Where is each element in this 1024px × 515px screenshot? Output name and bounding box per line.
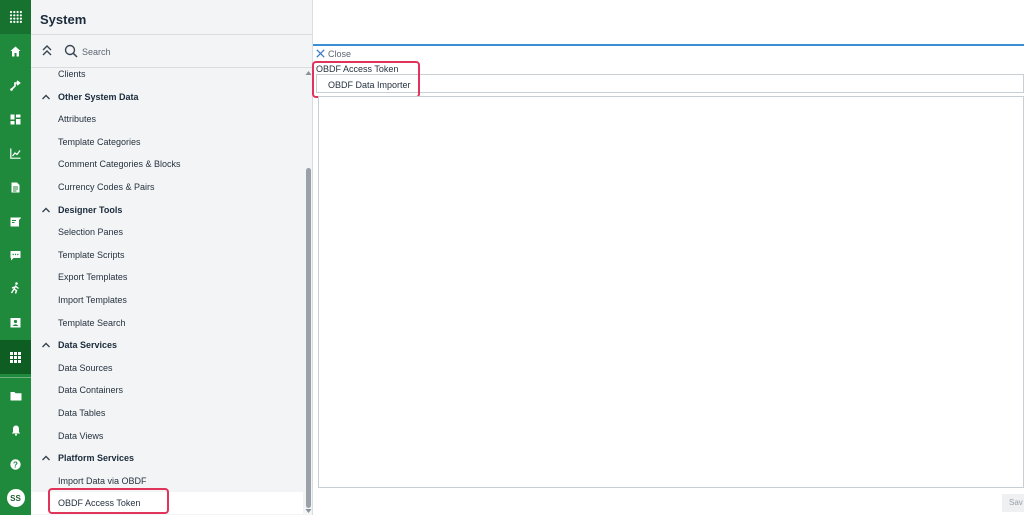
chevron-up-icon [42, 342, 50, 348]
rail-home-button[interactable] [0, 35, 31, 67]
nav-item-data-views[interactable]: Data Views [31, 425, 303, 447]
rail-folder-button[interactable] [0, 380, 31, 412]
chevron-up-icon [42, 207, 50, 213]
rail-contacts-button[interactable] [0, 306, 31, 338]
search-input[interactable] [82, 44, 262, 59]
nav-label: Template Scripts [58, 250, 125, 260]
nav-label: Data Containers [58, 385, 124, 395]
scrollbar-thumb[interactable] [306, 168, 311, 508]
tab-bar: OBDF Data Importer [316, 74, 1024, 93]
bell-icon [11, 425, 20, 436]
nav-label: Designer Tools [58, 205, 123, 215]
content-frame [318, 96, 1024, 488]
nav-label: Import Data via OBDF [58, 476, 147, 486]
rail-activity-button[interactable] [0, 272, 31, 304]
page-title: System [40, 12, 87, 27]
rail-divider [0, 377, 31, 378]
svg-text:?: ? [13, 460, 18, 469]
nav-label: Other System Data [58, 92, 139, 102]
chat-icon [10, 250, 21, 260]
nav-label: Data Sources [58, 363, 113, 373]
nav-item-export-templates[interactable]: Export Templates [31, 266, 303, 288]
chevron-up-icon [42, 94, 50, 100]
activity-icon [10, 282, 19, 294]
workflow-icon [10, 79, 21, 91]
nav-label: Attributes [58, 114, 97, 124]
chevron-up-icon [42, 455, 50, 461]
nav-item-data-sources[interactable]: Data Sources [31, 357, 303, 379]
nav-label: Data Views [58, 431, 104, 441]
nav-label: Currency Codes & Pairs [58, 182, 155, 192]
nav-label: Clients [58, 69, 86, 79]
collapse-all-icon[interactable] [41, 44, 53, 58]
rail-system-button[interactable] [0, 340, 31, 374]
scroll-up-icon[interactable] [305, 70, 312, 76]
document-icon [11, 182, 20, 192]
highlight-box [48, 488, 169, 514]
save-button[interactable]: Sav [1002, 494, 1024, 512]
nav-label: Platform Services [58, 453, 135, 463]
rail-notes-button[interactable] [0, 205, 31, 237]
nav-item-clients[interactable]: Clients [31, 68, 303, 85]
rail-workflow-button[interactable] [0, 69, 31, 101]
nav-label: Data Tables [58, 408, 106, 418]
app-rail: ? SS [0, 0, 31, 515]
search-icon [64, 44, 78, 58]
main-content: Close OBDF Access Token OBDF Data Import… [312, 0, 1024, 515]
panel-toolbar [31, 35, 313, 68]
rail-analytics-button[interactable] [0, 137, 31, 169]
nav-item-selection-panes[interactable]: Selection Panes [31, 221, 303, 243]
apps-grid-button[interactable] [0, 0, 31, 34]
nav-label: Export Templates [58, 272, 128, 282]
system-nav-list: Clients Other System Data Attributes Templa… [31, 68, 303, 515]
rail-help-button[interactable]: ? [0, 448, 31, 480]
close-icon [316, 49, 325, 58]
header-divider [313, 44, 1024, 46]
nav-item-template-scripts[interactable]: Template Scripts [31, 244, 303, 266]
highlight-box [312, 61, 420, 98]
nav-group-data-services[interactable]: Data Services [31, 334, 303, 356]
nav-item-data-tables[interactable]: Data Tables [31, 402, 303, 424]
rail-notifications-button[interactable] [0, 414, 31, 446]
nav-item-template-categories[interactable]: Template Categories [31, 131, 303, 153]
rail-dashboard-button[interactable] [0, 103, 31, 135]
nav-label: Import Templates [58, 295, 127, 305]
nav-group-other-system-data[interactable]: Other System Data [31, 86, 303, 108]
nav-label: Selection Panes [58, 227, 124, 237]
system-panel: System Clients Other System Data Attribute… [31, 0, 313, 515]
dashboard-icon [10, 114, 21, 124]
nav-item-import-templates[interactable]: Import Templates [31, 289, 303, 311]
close-label: Close [328, 48, 352, 59]
nav-label: Template Categories [58, 137, 141, 147]
nav-item-data-containers[interactable]: Data Containers [31, 379, 303, 401]
nav-item-currency-codes-pairs[interactable]: Currency Codes & Pairs [31, 176, 303, 198]
nav-item-template-search[interactable]: Template Search [31, 312, 303, 334]
nav-label: Comment Categories & Blocks [58, 159, 181, 169]
system-icon [10, 351, 21, 363]
analytics-icon [10, 148, 21, 159]
nav-group-designer-tools[interactable]: Designer Tools [31, 199, 303, 221]
nav-group-platform-services[interactable]: Platform Services [31, 447, 303, 469]
avatar: SS [6, 489, 25, 507]
home-icon [10, 46, 21, 56]
nav-item-comment-categories-blocks[interactable]: Comment Categories & Blocks [31, 153, 303, 175]
rail-document-button[interactable] [0, 171, 31, 203]
notes-icon [10, 216, 21, 226]
help-icon: ? [10, 458, 21, 470]
close-button[interactable]: Close [316, 48, 351, 59]
folder-icon [10, 392, 21, 401]
contacts-icon [10, 317, 21, 327]
apps-grid-icon [9, 10, 22, 23]
nav-label: Template Search [58, 318, 126, 328]
scroll-down-icon[interactable] [305, 508, 312, 514]
rail-chat-button[interactable] [0, 239, 31, 271]
nav-label: Data Services [58, 340, 118, 350]
nav-item-attributes[interactable]: Attributes [31, 108, 303, 130]
user-avatar-button[interactable]: SS [0, 482, 31, 514]
